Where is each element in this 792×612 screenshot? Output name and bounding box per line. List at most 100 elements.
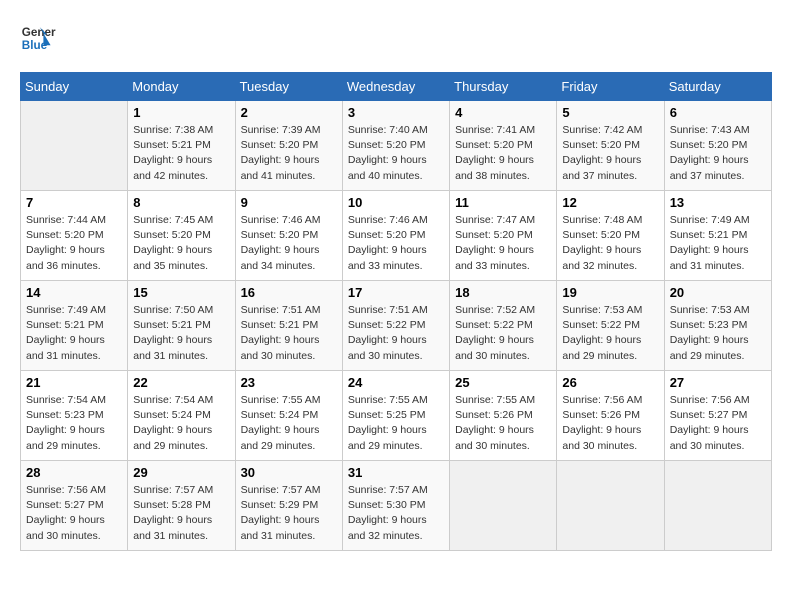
- calendar-cell: [557, 461, 664, 551]
- day-number: 16: [241, 285, 337, 300]
- calendar-cell: 26Sunrise: 7:56 AM Sunset: 5:26 PM Dayli…: [557, 371, 664, 461]
- col-header-wednesday: Wednesday: [342, 73, 449, 101]
- day-number: 24: [348, 375, 444, 390]
- calendar-cell: 21 Sunrise: 7:54 AM Sunset: 5:23 PM Dayli…: [21, 371, 128, 461]
- calendar-cell: 20 Sunrise: 7:53 AM Sunset: 5:23 PM Dayli…: [664, 281, 771, 371]
- day-info: Sunrise: 7:50 AM Sunset: 5:21 PM Dayligh…: [133, 303, 229, 364]
- calendar-cell: 29 Sunrise: 7:57 AM Sunset: 5:28 PM Dayli…: [128, 461, 235, 551]
- day-info: Sunrise: 7:51 AM Sunset: 5:21 PM Dayligh…: [241, 303, 337, 364]
- day-info: Sunrise: 7:42 AM Sunset: 5:20 PM Dayligh…: [562, 123, 658, 184]
- calendar-cell: 18 Sunrise: 7:52 AM Sunset: 5:22 PM Dayli…: [450, 281, 557, 371]
- day-number: 11: [455, 195, 551, 210]
- calendar-table: SundayMondayTuesdayWednesdayThursdayFrid…: [20, 72, 772, 551]
- col-header-monday: Monday: [128, 73, 235, 101]
- day-info: Sunrise: 7:49 AM Sunset: 5:21 PM Dayligh…: [670, 213, 766, 274]
- day-info: Sunrise: 7:49 AM Sunset: 5:21 PM Dayligh…: [26, 303, 122, 364]
- day-number: 29: [133, 465, 229, 480]
- calendar-cell: 14Sunrise: 7:49 AM Sunset: 5:21 PM Dayli…: [21, 281, 128, 371]
- day-info: Sunrise: 7:53 AM Sunset: 5:22 PM Dayligh…: [562, 303, 658, 364]
- day-info: Sunrise: 7:53 AM Sunset: 5:23 PM Dayligh…: [670, 303, 766, 364]
- day-number: 13: [670, 195, 766, 210]
- day-info: Sunrise: 7:55 AM Sunset: 5:24 PM Dayligh…: [241, 393, 337, 454]
- day-number: 21: [26, 375, 122, 390]
- day-number: 17: [348, 285, 444, 300]
- day-number: 28: [26, 465, 122, 480]
- calendar-cell: 9Sunrise: 7:46 AM Sunset: 5:20 PM Daylig…: [235, 191, 342, 281]
- day-info: Sunrise: 7:57 AM Sunset: 5:30 PM Dayligh…: [348, 483, 444, 544]
- calendar-cell: 22 Sunrise: 7:54 AM Sunset: 5:24 PM Dayli…: [128, 371, 235, 461]
- day-number: 5: [562, 105, 658, 120]
- day-info: Sunrise: 7:46 AM Sunset: 5:20 PM Dayligh…: [348, 213, 444, 274]
- day-info: Sunrise: 7:39 AM Sunset: 5:20 PM Dayligh…: [241, 123, 337, 184]
- day-info: Sunrise: 7:56 AM Sunset: 5:26 PM Dayligh…: [562, 393, 658, 454]
- col-header-tuesday: Tuesday: [235, 73, 342, 101]
- col-header-saturday: Saturday: [664, 73, 771, 101]
- day-info: Sunrise: 7:51 AM Sunset: 5:22 PM Dayligh…: [348, 303, 444, 364]
- day-info: Sunrise: 7:57 AM Sunset: 5:29 PM Dayligh…: [241, 483, 337, 544]
- day-info: Sunrise: 7:55 AM Sunset: 5:26 PM Dayligh…: [455, 393, 551, 454]
- calendar-cell: 2 Sunrise: 7:39 AM Sunset: 5:20 PM Daylig…: [235, 101, 342, 191]
- day-info: Sunrise: 7:45 AM Sunset: 5:20 PM Dayligh…: [133, 213, 229, 274]
- week-row-2: 7 Sunrise: 7:44 AM Sunset: 5:20 PM Daylig…: [21, 191, 772, 281]
- svg-text:General: General: [22, 26, 56, 39]
- calendar-cell: 16 Sunrise: 7:51 AM Sunset: 5:21 PM Dayli…: [235, 281, 342, 371]
- calendar-cell: 1Sunrise: 7:38 AM Sunset: 5:21 PM Daylig…: [128, 101, 235, 191]
- calendar-cell: 27Sunrise: 7:56 AM Sunset: 5:27 PM Dayli…: [664, 371, 771, 461]
- calendar-cell: 12Sunrise: 7:48 AM Sunset: 5:20 PM Dayli…: [557, 191, 664, 281]
- calendar-cell: 6 Sunrise: 7:43 AM Sunset: 5:20 PM Daylig…: [664, 101, 771, 191]
- calendar-cell: 19 Sunrise: 7:53 AM Sunset: 5:22 PM Dayli…: [557, 281, 664, 371]
- day-info: Sunrise: 7:56 AM Sunset: 5:27 PM Dayligh…: [26, 483, 122, 544]
- calendar-cell: 28 Sunrise: 7:56 AM Sunset: 5:27 PM Dayli…: [21, 461, 128, 551]
- day-number: 7: [26, 195, 122, 210]
- day-info: Sunrise: 7:38 AM Sunset: 5:21 PM Dayligh…: [133, 123, 229, 184]
- calendar-cell: 24Sunrise: 7:55 AM Sunset: 5:25 PM Dayli…: [342, 371, 449, 461]
- day-info: Sunrise: 7:54 AM Sunset: 5:23 PM Dayligh…: [26, 393, 122, 454]
- day-number: 22: [133, 375, 229, 390]
- calendar-cell: 5 Sunrise: 7:42 AM Sunset: 5:20 PM Daylig…: [557, 101, 664, 191]
- calendar-cell: 3 Sunrise: 7:40 AM Sunset: 5:20 PM Daylig…: [342, 101, 449, 191]
- calendar-cell: 17 Sunrise: 7:51 AM Sunset: 5:22 PM Dayli…: [342, 281, 449, 371]
- day-number: 8: [133, 195, 229, 210]
- day-number: 12: [562, 195, 658, 210]
- day-number: 2: [241, 105, 337, 120]
- calendar-cell: 31 Sunrise: 7:57 AM Sunset: 5:30 PM Dayli…: [342, 461, 449, 551]
- week-row-3: 14Sunrise: 7:49 AM Sunset: 5:21 PM Dayli…: [21, 281, 772, 371]
- day-number: 15: [133, 285, 229, 300]
- calendar-cell: [450, 461, 557, 551]
- day-info: Sunrise: 7:44 AM Sunset: 5:20 PM Dayligh…: [26, 213, 122, 274]
- day-info: Sunrise: 7:57 AM Sunset: 5:28 PM Dayligh…: [133, 483, 229, 544]
- calendar-cell: 10 Sunrise: 7:46 AM Sunset: 5:20 PM Dayli…: [342, 191, 449, 281]
- day-info: Sunrise: 7:52 AM Sunset: 5:22 PM Dayligh…: [455, 303, 551, 364]
- day-number: 19: [562, 285, 658, 300]
- calendar-cell: 7 Sunrise: 7:44 AM Sunset: 5:20 PM Daylig…: [21, 191, 128, 281]
- col-header-sunday: Sunday: [21, 73, 128, 101]
- col-header-thursday: Thursday: [450, 73, 557, 101]
- calendar-cell: 15 Sunrise: 7:50 AM Sunset: 5:21 PM Dayli…: [128, 281, 235, 371]
- day-number: 20: [670, 285, 766, 300]
- day-number: 6: [670, 105, 766, 120]
- logo-icon: General Blue: [20, 20, 56, 56]
- day-info: Sunrise: 7:47 AM Sunset: 5:20 PM Dayligh…: [455, 213, 551, 274]
- col-header-friday: Friday: [557, 73, 664, 101]
- day-number: 18: [455, 285, 551, 300]
- calendar-cell: 13 Sunrise: 7:49 AM Sunset: 5:21 PM Dayli…: [664, 191, 771, 281]
- day-number: 3: [348, 105, 444, 120]
- day-info: Sunrise: 7:43 AM Sunset: 5:20 PM Dayligh…: [670, 123, 766, 184]
- calendar-cell: 8 Sunrise: 7:45 AM Sunset: 5:20 PM Daylig…: [128, 191, 235, 281]
- day-info: Sunrise: 7:54 AM Sunset: 5:24 PM Dayligh…: [133, 393, 229, 454]
- calendar-cell: 11 Sunrise: 7:47 AM Sunset: 5:20 PM Dayli…: [450, 191, 557, 281]
- day-number: 10: [348, 195, 444, 210]
- day-number: 23: [241, 375, 337, 390]
- calendar-cell: 4Sunrise: 7:41 AM Sunset: 5:20 PM Daylig…: [450, 101, 557, 191]
- week-row-4: 21 Sunrise: 7:54 AM Sunset: 5:23 PM Dayli…: [21, 371, 772, 461]
- week-row-1: 1Sunrise: 7:38 AM Sunset: 5:21 PM Daylig…: [21, 101, 772, 191]
- calendar-cell: [664, 461, 771, 551]
- calendar-cell: 25Sunrise: 7:55 AM Sunset: 5:26 PM Dayli…: [450, 371, 557, 461]
- week-row-5: 28 Sunrise: 7:56 AM Sunset: 5:27 PM Dayli…: [21, 461, 772, 551]
- day-number: 30: [241, 465, 337, 480]
- day-number: 31: [348, 465, 444, 480]
- day-info: Sunrise: 7:46 AM Sunset: 5:20 PM Dayligh…: [241, 213, 337, 274]
- calendar-cell: [21, 101, 128, 191]
- day-info: Sunrise: 7:40 AM Sunset: 5:20 PM Dayligh…: [348, 123, 444, 184]
- calendar-cell: 30 Sunrise: 7:57 AM Sunset: 5:29 PM Dayli…: [235, 461, 342, 551]
